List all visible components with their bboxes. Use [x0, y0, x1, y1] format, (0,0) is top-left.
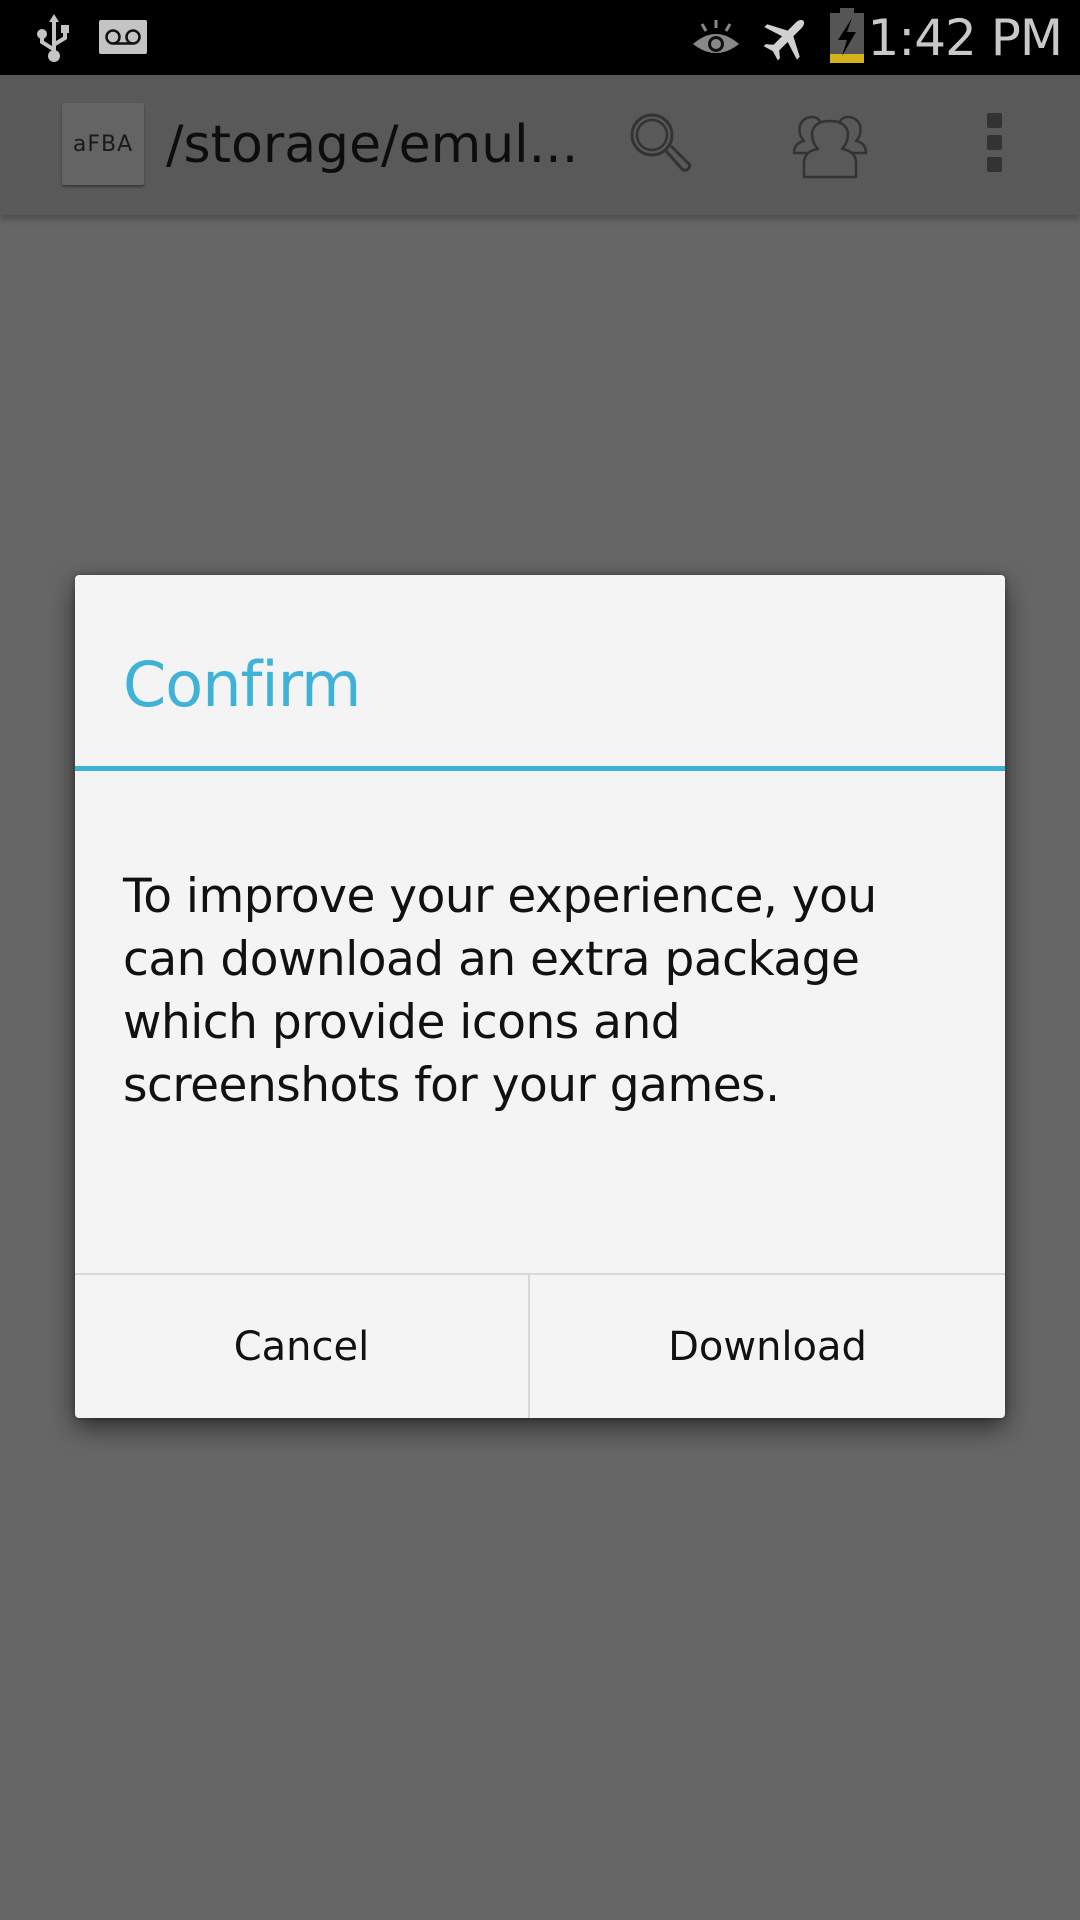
cancel-button[interactable]: Cancel — [75, 1275, 528, 1418]
battery-charging-icon — [828, 8, 866, 64]
app-logo[interactable]: aFBA — [62, 103, 144, 185]
dialog-title: Confirm — [123, 648, 361, 721]
people-icon — [790, 107, 870, 184]
people-button[interactable] — [780, 105, 880, 185]
confirm-dialog: Confirm To improve your experience, you … — [75, 575, 1005, 1418]
clock: 1:42 PM — [867, 9, 1063, 67]
dialog-message: To improve your experience, you can down… — [123, 869, 877, 1113]
overflow-menu-icon — [986, 111, 1004, 180]
status-bar: 1:42 PM — [0, 0, 1080, 75]
overflow-menu-button[interactable] — [970, 105, 1020, 185]
app-logo-text: aFBA — [72, 131, 134, 157]
search-icon — [624, 107, 696, 184]
usb-icon — [36, 12, 72, 64]
download-button[interactable]: Download — [530, 1275, 1005, 1418]
airplane-mode-icon — [760, 12, 814, 62]
voicemail-icon — [99, 20, 147, 54]
search-button[interactable] — [615, 105, 705, 185]
eye-icon — [690, 18, 742, 58]
title-divider — [75, 766, 1005, 771]
current-path-title: /storage/emul... — [166, 115, 579, 175]
action-bar: aFBA /storage/emul... — [0, 75, 1080, 215]
